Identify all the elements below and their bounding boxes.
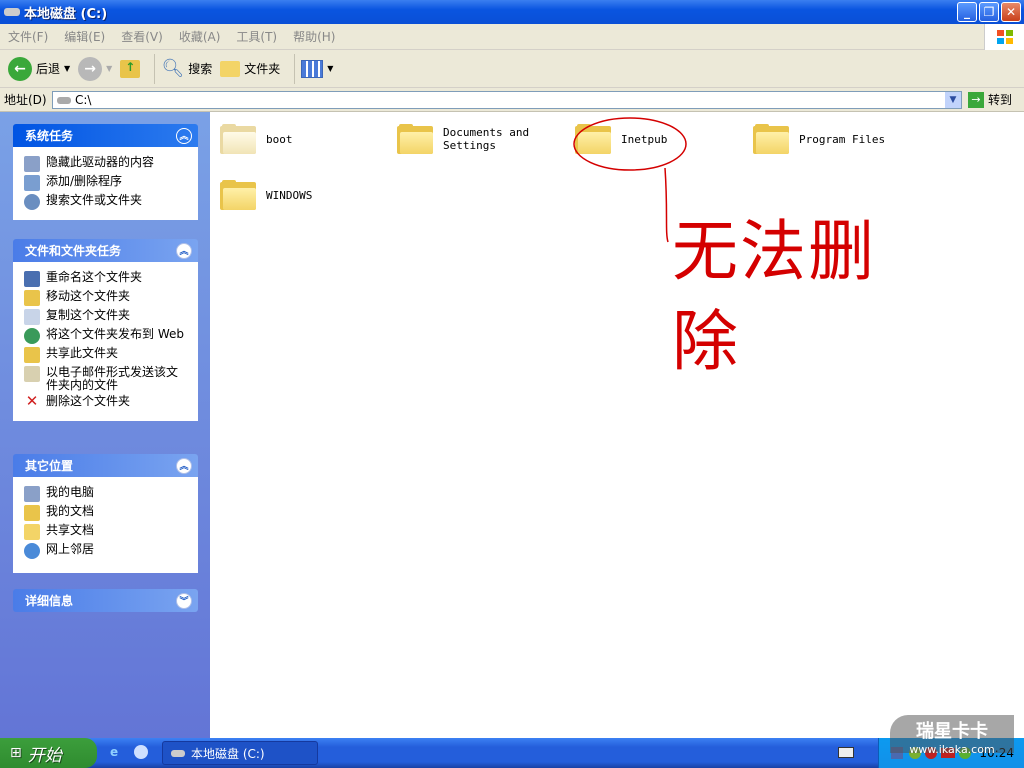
taskbar: ⊞ 开始 e 本地磁盘 (C:) 10:24 (0, 738, 1024, 768)
details-panel: 详细信息 ︾ (13, 589, 198, 612)
search-files-link[interactable]: 搜索文件或文件夹 (24, 194, 189, 210)
rename-folder-link[interactable]: 重命名这个文件夹 (24, 271, 189, 287)
up-folder-button[interactable]: ↑ (120, 59, 141, 78)
network-places-link[interactable]: 网上邻居 (24, 543, 189, 559)
search-button[interactable]: 🔍︎ 搜索 (161, 58, 212, 79)
back-button[interactable]: ← 后退 ▼ (8, 56, 70, 81)
copy-folder-link[interactable]: 复制这个文件夹 (24, 309, 189, 325)
folders-button[interactable]: 文件夹 (220, 60, 280, 77)
other-places-panel: 其它位置 ︽ 我的电脑 我的文档 共享文档 网上邻居 (13, 454, 198, 573)
file-list: boot Documents and Settings Inetpub Prog… (210, 112, 1024, 738)
menu-view[interactable]: 查看(V) (113, 28, 171, 45)
menu-bar: 文件(F) 编辑(E) 查看(V) 收藏(A) 工具(T) 帮助(H) (0, 24, 1024, 50)
handwritten-annotation: 无法删除 (672, 213, 876, 380)
file-tasks-panel: 文件和文件夹任务 ︽ 重命名这个文件夹 移动这个文件夹 复制这个文件夹 将这个文件… (13, 239, 198, 421)
task-pane: 系统任务 ︽ 隐藏此驱动器的内容 添加/删除程序 搜索文件或文件夹 文件和文件夹任… (0, 112, 210, 738)
views-icon (301, 59, 324, 78)
go-button[interactable]: → 转到 (968, 91, 1012, 108)
search-icon: 🔍︎ (161, 58, 185, 79)
my-documents-link[interactable]: 我的文档 (24, 505, 189, 521)
toolbar: ← 后退 ▼ → ▼ ↑ 🔍︎ 搜索 文件夹 ▼ (0, 50, 1024, 88)
publish-to-web-link[interactable]: 将这个文件夹发布到 Web (24, 328, 189, 344)
start-button[interactable]: ⊞ 开始 (0, 738, 97, 768)
system-tasks-header[interactable]: 系统任务 ︽ (13, 124, 198, 147)
hide-drive-contents-link[interactable]: 隐藏此驱动器的内容 (24, 156, 189, 172)
file-tasks-header[interactable]: 文件和文件夹任务 ︽ (13, 239, 198, 262)
windows-logo-icon: ⊞ (10, 745, 22, 761)
menu-help[interactable]: 帮助(H) (285, 28, 343, 45)
menu-tools[interactable]: 工具(T) (228, 28, 285, 45)
up-folder-icon: ↑ (120, 59, 141, 78)
quicklaunch-icon[interactable] (134, 745, 148, 759)
keyboard-icon[interactable] (838, 747, 854, 758)
annotation-circle-and-stroke (573, 117, 687, 243)
delete-folder-link[interactable]: ✕ 删除这个文件夹 (24, 392, 189, 411)
ie-icon[interactable]: e (110, 745, 118, 759)
system-tasks-panel: 系统任务 ︽ 隐藏此驱动器的内容 添加/删除程序 搜索文件或文件夹 (13, 124, 198, 220)
details-header[interactable]: 详细信息 ︾ (13, 589, 198, 612)
title-bar: 本地磁盘 (C:) _ ❐ ✕ (0, 0, 1024, 24)
forward-button[interactable]: → ▼ (78, 56, 112, 81)
close-button[interactable]: ✕ (1001, 2, 1021, 22)
address-dropdown-button[interactable]: ▼ (945, 92, 961, 108)
windows-logo-icon (984, 24, 1024, 50)
go-arrow-icon: → (968, 91, 984, 108)
move-folder-link[interactable]: 移动这个文件夹 (24, 290, 189, 306)
my-computer-link[interactable]: 我的电脑 (24, 486, 189, 502)
address-bar: 地址(D) C:\ ▼ → 转到 (0, 88, 1024, 112)
views-button[interactable]: ▼ (301, 59, 333, 78)
email-folder-link[interactable]: 以电子邮件形式发送该文件夹内的文件 (24, 366, 189, 392)
drive-icon (171, 749, 185, 757)
other-places-header[interactable]: 其它位置 ︽ (13, 454, 198, 477)
forward-arrow-icon: → (78, 56, 103, 81)
add-remove-programs-link[interactable]: 添加/删除程序 (24, 175, 189, 191)
taskbar-item-local-disk[interactable]: 本地磁盘 (C:) (162, 741, 318, 765)
menu-file[interactable]: 文件(F) (0, 28, 56, 45)
menu-edit[interactable]: 编辑(E) (56, 28, 113, 45)
maximize-button[interactable]: ❐ (979, 2, 999, 22)
drive-icon (4, 8, 20, 16)
drive-icon (57, 96, 71, 104)
window-title: 本地磁盘 (C:) (24, 6, 108, 22)
shared-documents-link[interactable]: 共享文档 (24, 524, 189, 540)
watermark: 瑞星卡卡 www.ikaka.com (890, 715, 1014, 756)
delete-x-icon: ✕ (25, 392, 39, 410)
address-label: 地址(D) (4, 93, 47, 107)
back-arrow-icon: ← (8, 56, 32, 81)
share-folder-link[interactable]: 共享此文件夹 (24, 347, 189, 363)
minimize-button[interactable]: _ (957, 2, 977, 22)
folder-icon (220, 60, 241, 77)
menu-favorites[interactable]: 收藏(A) (171, 28, 229, 45)
address-input[interactable]: C:\ ▼ (52, 91, 962, 109)
